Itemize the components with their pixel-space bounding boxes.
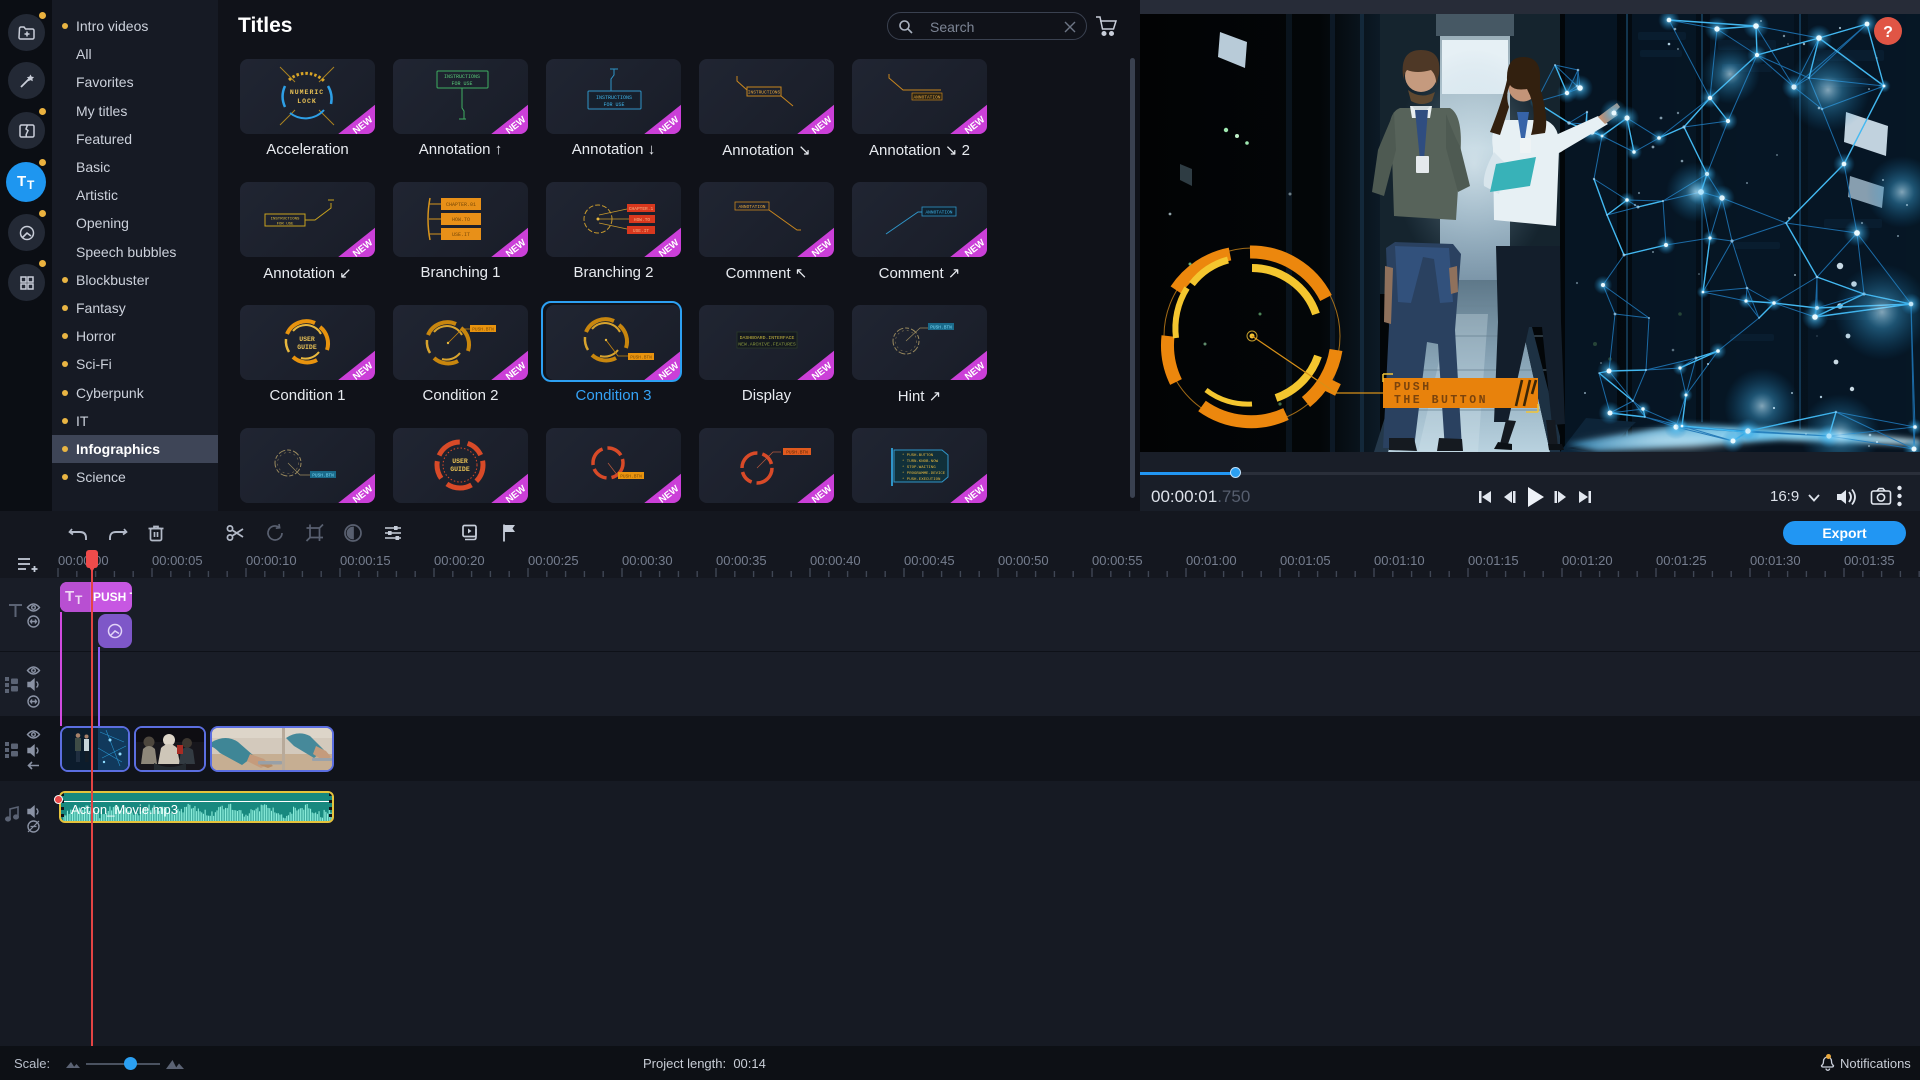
svg-text:USER: USER: [452, 458, 468, 465]
svg-text:GUIDE: GUIDE: [297, 344, 317, 351]
svg-text:CHAPTER.01: CHAPTER.01: [446, 202, 476, 208]
svg-text:DASHBOARD.INTERFACE: DASHBOARD.INTERFACE: [740, 335, 795, 341]
svg-text:ANNOTATION: ANNOTATION: [913, 95, 940, 101]
svg-text:HOW.TO: HOW.TO: [452, 217, 470, 223]
svg-text:* TURN.KNOB.NOW: * TURN.KNOB.NOW: [902, 459, 939, 464]
svg-text:INSTRUCTIONS: INSTRUCTIONS: [444, 74, 480, 80]
svg-text:NEW.ARCHIVE.FEATURES: NEW.ARCHIVE.FEATURES: [738, 342, 796, 348]
svg-text:PUSH.BTN: PUSH.BTN: [312, 473, 334, 479]
svg-text:FOR USE: FOR USE: [277, 223, 294, 227]
svg-text:PUSH.BTN: PUSH.BTN: [472, 327, 494, 333]
svg-text:PUSH: PUSH: [1394, 381, 1432, 394]
svg-text:THE BUTTON: THE BUTTON: [1394, 394, 1488, 407]
svg-text:GUIDE: GUIDE: [450, 466, 470, 473]
svg-text:LOCK: LOCK: [297, 98, 317, 105]
svg-text:ANNOTATION: ANNOTATION: [925, 210, 952, 216]
svg-text:INSTRUCTIONS: INSTRUCTIONS: [271, 218, 300, 222]
svg-text:* PROGRAMME.DEVICE: * PROGRAMME.DEVICE: [902, 471, 946, 476]
svg-text:USE.IT: USE.IT: [452, 232, 470, 238]
svg-text:* PUSH.BUTTON: * PUSH.BUTTON: [902, 453, 934, 458]
svg-text:FOR USE: FOR USE: [451, 81, 472, 87]
svg-text:T: T: [27, 178, 35, 192]
svg-text:ANNOTATION: ANNOTATION: [738, 204, 765, 210]
svg-text:* PUSH.EXECUTION: * PUSH.EXECUTION: [902, 477, 941, 482]
svg-text:PUSH.BTN: PUSH.BTN: [930, 325, 952, 331]
svg-text:USER: USER: [299, 336, 315, 343]
svg-text:INSTRUCTIONS: INSTRUCTIONS: [596, 95, 632, 101]
svg-text:T: T: [17, 173, 26, 190]
svg-text:CHAPTER.1: CHAPTER.1: [629, 206, 654, 212]
svg-text:PUSH.BTN: PUSH.BTN: [620, 474, 642, 480]
svg-text:* STOP.WAITING: * STOP.WAITING: [902, 465, 936, 470]
svg-text:NUMERIC: NUMERIC: [290, 89, 324, 96]
svg-text:FOR USE: FOR USE: [603, 102, 624, 108]
svg-text:INSTRUCTIONS: INSTRUCTIONS: [748, 90, 781, 96]
svg-text:T: T: [65, 588, 74, 605]
svg-text:HOW.TO: HOW.TO: [634, 217, 651, 223]
svg-text:PUSH.BTN: PUSH.BTN: [786, 450, 808, 456]
svg-text:T: T: [75, 593, 83, 607]
svg-text:?: ?: [1883, 24, 1893, 41]
